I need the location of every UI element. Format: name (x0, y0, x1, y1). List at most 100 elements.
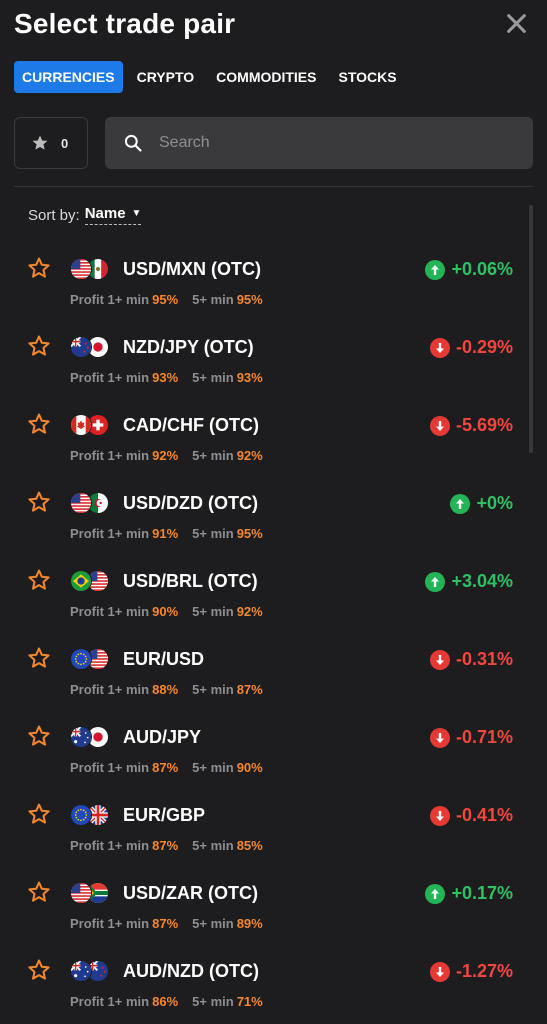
change-value: +0.17% (451, 883, 513, 903)
sort-label: Sort by: (28, 206, 80, 224)
profit-info: Profit 1+ min 95% 5+ min 95% (70, 292, 263, 307)
currency-flags (70, 882, 110, 904)
profit-info: Profit 1+ min 88% 5+ min 87% (70, 682, 263, 697)
pair-name: USD/ZAR (OTC) (123, 883, 258, 903)
profit-1min-label: Profit 1+ min (70, 994, 150, 1009)
favorite-star-icon[interactable] (27, 958, 51, 982)
profit-5min-label: 5+ min (192, 916, 234, 931)
profit-5min-value: 71% (236, 994, 263, 1009)
profit-5min-label: 5+ min (192, 292, 234, 307)
profit-1min-label: Profit 1+ min (70, 916, 150, 931)
price-change: -0.29% (429, 337, 513, 358)
tab-currencies[interactable]: CURRENCIES (14, 61, 123, 93)
profit-1min-label: Profit 1+ min (70, 682, 150, 697)
pair-row[interactable]: EUR/USD Profit 1+ min 88% 5+ min 87% -0.31% (0, 620, 547, 698)
pair-row[interactable]: AUD/NZD (OTC) Profit 1+ min 86% 5+ min 71% -1… (0, 932, 547, 1010)
profit-5min-label: 5+ min (192, 994, 234, 1009)
arrow-up-icon (425, 571, 446, 592)
pair-name: EUR/GBP (123, 805, 206, 825)
pair-row[interactable]: NZD/JPY (OTC) Profit 1+ min 93% 5+ min 93% -0… (0, 308, 547, 386)
sort-value: Name (84, 205, 126, 222)
favorite-star-icon[interactable] (27, 256, 51, 280)
close-icon[interactable] (503, 10, 529, 36)
pair-row[interactable]: EUR/GBP Profit 1+ min 87% 5+ min 85% -0.41% (0, 776, 547, 854)
profit-1min-value: 92% (152, 448, 179, 463)
profit-5min-value: 93% (236, 370, 263, 385)
arrow-down-icon (429, 415, 450, 436)
price-change: -0.41% (429, 805, 513, 826)
favorite-star-icon[interactable] (27, 646, 51, 670)
flag-us-icon (70, 492, 92, 514)
pair-row[interactable]: USD/BRL (OTC) Profit 1+ min 90% 5+ min 92% +3… (0, 542, 547, 620)
currency-flags (70, 336, 110, 358)
profit-info: Profit 1+ min 87% 5+ min 89% (70, 916, 263, 931)
flag-ca-icon (70, 414, 92, 436)
tab-crypto[interactable]: CRYPTO (129, 61, 203, 93)
pair-row[interactable]: USD/ZAR (OTC) Profit 1+ min 87% 5+ min 89% +0… (0, 854, 547, 932)
profit-5min-value: 87% (236, 682, 263, 697)
favorite-star-icon[interactable] (27, 724, 51, 748)
favorite-star-icon[interactable] (27, 412, 51, 436)
flag-nz-icon (70, 336, 92, 358)
favorites-filter-button[interactable]: 0 (14, 117, 88, 169)
profit-5min-label: 5+ min (192, 604, 234, 619)
profit-5min-label: 5+ min (192, 760, 234, 775)
arrow-down-icon (429, 337, 450, 358)
currency-flags (70, 648, 110, 670)
profit-5min-value: 92% (236, 604, 263, 619)
profit-1min-value: 87% (152, 838, 179, 853)
profit-1min-value: 90% (152, 604, 179, 619)
pair-name: AUD/JPY (123, 727, 202, 747)
profit-5min-value: 92% (236, 448, 263, 463)
sort-dropdown[interactable]: Name ▼ (84, 205, 142, 225)
pair-row[interactable]: CAD/CHF (OTC) Profit 1+ min 92% 5+ min 92% -5… (0, 386, 547, 464)
pair-name: AUD/NZD (OTC) (123, 961, 259, 981)
arrow-down-icon (429, 649, 450, 670)
profit-5min-label: 5+ min (192, 526, 234, 541)
flag-au-icon (70, 726, 92, 748)
change-value: -1.27% (455, 961, 513, 981)
arrow-down-icon (429, 961, 450, 982)
change-value: -0.41% (455, 805, 513, 825)
tab-stocks[interactable]: STOCKS (331, 61, 405, 93)
profit-5min-value: 89% (236, 916, 263, 931)
flag-us-icon (70, 882, 92, 904)
tab-commodities[interactable]: COMMODITIES (208, 61, 324, 93)
price-change: +3.04% (425, 571, 513, 592)
profit-1min-label: Profit 1+ min (70, 838, 150, 853)
currency-flags (70, 570, 110, 592)
search-box[interactable] (105, 117, 533, 169)
profit-5min-label: 5+ min (192, 838, 234, 853)
search-input[interactable] (159, 134, 519, 152)
profit-5min-value: 95% (236, 292, 263, 307)
pair-row[interactable]: USD/DZD (OTC) Profit 1+ min 91% 5+ min 95% +0… (0, 464, 547, 542)
favorite-star-icon[interactable] (27, 802, 51, 826)
price-change: +0.06% (425, 259, 513, 280)
arrow-up-icon (425, 259, 446, 280)
arrow-up-icon (425, 883, 446, 904)
pair-name: NZD/JPY (OTC) (123, 337, 254, 357)
profit-1min-value: 86% (152, 994, 179, 1009)
sort-control: Sort by: Name ▼ (28, 205, 142, 225)
profit-1min-label: Profit 1+ min (70, 370, 150, 385)
profit-1min-value: 87% (152, 916, 179, 931)
flag-au-icon (70, 960, 92, 982)
pair-row[interactable]: AUD/JPY Profit 1+ min 87% 5+ min 90% -0.71% (0, 698, 547, 776)
flag-br-icon (70, 570, 92, 592)
currency-flags (70, 414, 110, 436)
favorite-star-icon[interactable] (27, 880, 51, 904)
flag-us-icon (70, 258, 92, 280)
profit-1min-label: Profit 1+ min (70, 448, 150, 463)
change-value: +0.06% (451, 259, 513, 279)
category-tabs: CURRENCIES CRYPTO COMMODITIES STOCKS (14, 61, 411, 93)
profit-1min-label: Profit 1+ min (70, 604, 150, 619)
favorite-star-icon[interactable] (27, 568, 51, 592)
profit-info: Profit 1+ min 92% 5+ min 92% (70, 448, 263, 463)
favorite-star-icon[interactable] (27, 490, 51, 514)
profit-1min-value: 95% (152, 292, 179, 307)
favorite-star-icon[interactable] (27, 334, 51, 358)
profit-1min-value: 87% (152, 760, 179, 775)
pair-row[interactable]: USD/MXN (OTC) Profit 1+ min 95% 5+ min 95% +0… (0, 230, 547, 308)
arrow-up-icon (450, 493, 471, 514)
arrow-down-icon (429, 727, 450, 748)
